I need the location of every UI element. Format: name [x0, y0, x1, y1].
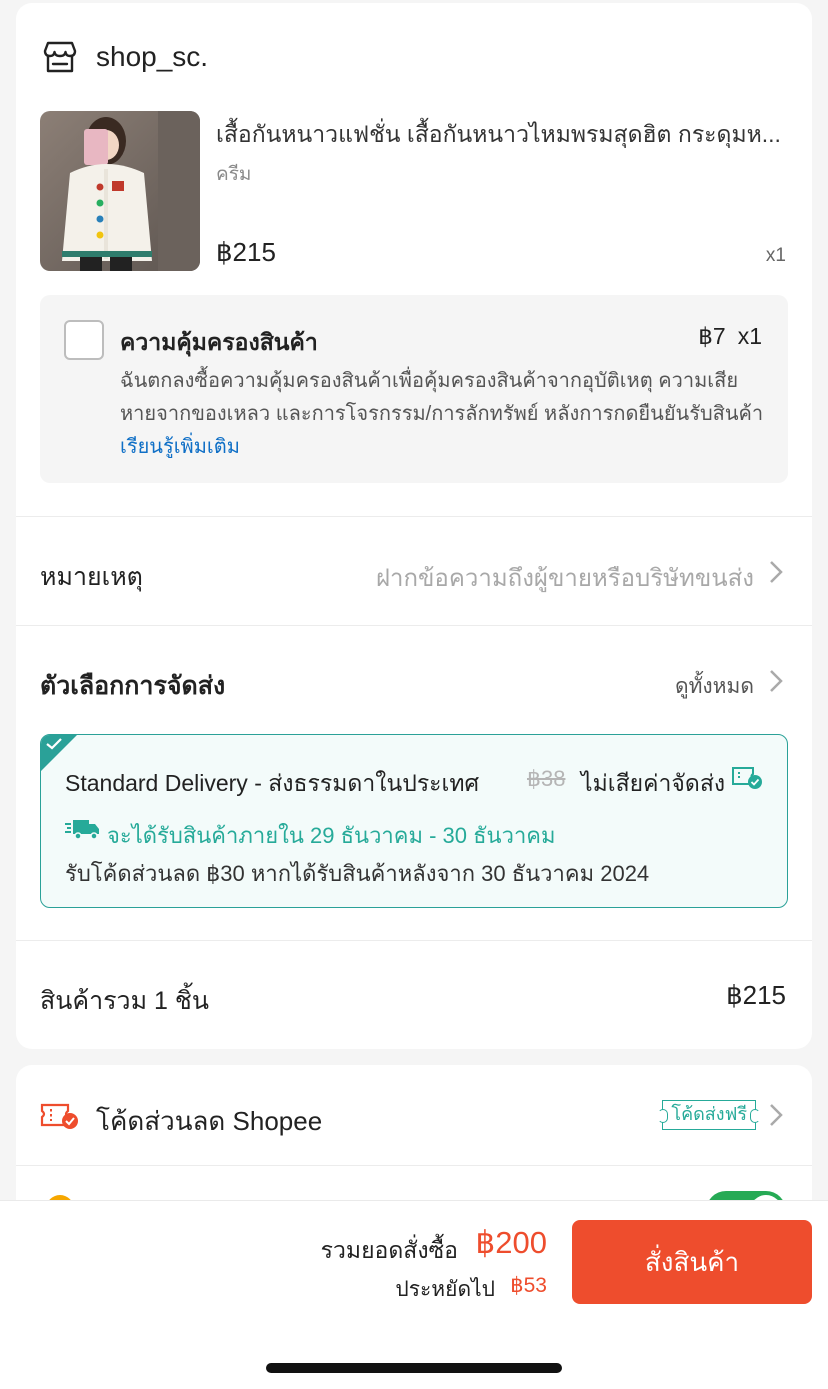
- learn-more-link[interactable]: เรียนรู้เพิ่มเติม: [120, 436, 240, 458]
- shop-header[interactable]: shop_sc.: [42, 39, 208, 75]
- place-order-button[interactable]: สั่งสินค้า: [572, 1220, 812, 1304]
- protection-title: ความคุ้มครองสินค้า: [120, 329, 318, 355]
- product-price: ฿215: [216, 237, 276, 267]
- order-total-label: รวมยอดสั่งซื้อ: [320, 1237, 458, 1263]
- store-icon: [43, 41, 77, 73]
- protection-description-text: ฉันตกลงซื้อความคุ้มครองสินค้าเพื่อคุ้มคร…: [120, 370, 764, 425]
- shipping-options-title: ตัวเลือกการจัดส่ง: [40, 672, 226, 700]
- divider: [16, 1165, 812, 1166]
- delivery-original-fee: ฿38: [527, 766, 566, 791]
- chevron-right-icon: [770, 1104, 783, 1126]
- protection-price-group: ฿7 x1: [686, 323, 762, 350]
- shop-name: shop_sc.: [96, 41, 209, 72]
- note-label: หมายเหตุ: [40, 563, 143, 591]
- subtotal-label: สินค้ารวม 1 ชิ้น: [40, 987, 209, 1015]
- chevron-right-icon: [770, 670, 783, 692]
- delivery-free-label: ไม่เสียค่าจัดส่ง: [581, 770, 726, 796]
- product-variant: ครีม: [216, 164, 252, 185]
- divider: [16, 516, 812, 517]
- savings-label: ประหยัดไป: [395, 1278, 495, 1301]
- divider: [16, 940, 812, 941]
- delivery-option-name: Standard Delivery - ส่งธรรมดาในประเทศ: [65, 770, 480, 796]
- shopee-voucher-label: โค้ดส่วนลด Shopee: [96, 1106, 323, 1136]
- delivery-late-voucher-note: รับโค้ดส่วนลด ฿30 หากได้รับสินค้าหลังจาก…: [65, 861, 650, 886]
- checkout-bar: รวมยอดสั่งซื้อ ฿200 ประหยัดไป ฿53 สั่งสิ…: [0, 1200, 828, 1389]
- product-protection-box: ความคุ้มครองสินค้า ฿7 x1 ฉันตกลงซื้อความค…: [40, 295, 788, 483]
- protection-checkbox[interactable]: [64, 320, 104, 360]
- subtotal-value: ฿215: [726, 980, 786, 1010]
- divider: [16, 625, 812, 626]
- truck-icon: [65, 820, 99, 840]
- product-name[interactable]: เสื้อกันหนาวแฟชั่น เสื้อกันหนาวไหมพรมสุด…: [216, 117, 791, 153]
- check-icon: [46, 738, 62, 750]
- delivery-option-selected[interactable]: Standard Delivery - ส่งธรรมดาในประเทศ ฿3…: [40, 734, 788, 908]
- order-card: shop_sc. เสื้อกันหนาวแฟชั่น เสื้อกันหนาว…: [16, 3, 812, 1049]
- free-shipping-voucher-icon: [732, 767, 762, 789]
- chevron-right-icon: [770, 561, 783, 583]
- delivery-eta: จะได้รับสินค้าภายใน 29 ธันวาคม - 30 ธันว…: [107, 823, 556, 848]
- note-placeholder[interactable]: ฝากข้อความถึงผู้ขายหรือบริษัทขนส่ง: [376, 558, 754, 597]
- product-quantity: x1: [765, 245, 786, 266]
- protection-price: ฿7: [698, 323, 726, 349]
- protection-description: ฉันตกลงซื้อความคุ้มครองสินค้าเพื่อคุ้มคร…: [120, 365, 765, 464]
- free-shipping-voucher-tag: โค้ดส่งฟรี: [658, 1100, 760, 1130]
- product-thumbnail[interactable]: [40, 111, 200, 271]
- protection-quantity: x1: [737, 323, 762, 349]
- order-total-value: ฿200: [475, 1225, 547, 1260]
- home-indicator: [266, 1363, 562, 1373]
- shipping-view-all-link[interactable]: ดูทั้งหมด: [675, 670, 754, 703]
- voucher-icon: [40, 1103, 78, 1129]
- savings-value: ฿53: [510, 1274, 547, 1297]
